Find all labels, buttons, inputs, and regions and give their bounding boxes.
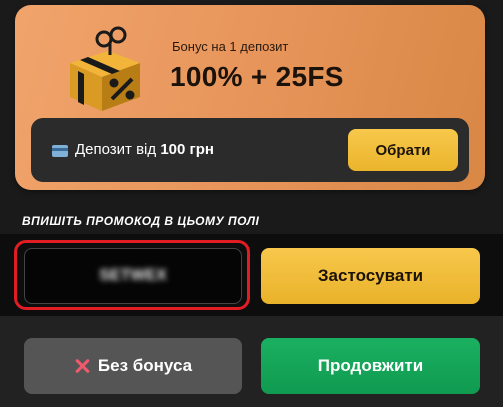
choose-button[interactable]: Обрати [348, 129, 458, 171]
deposit-bar: Депозит від 100 грн Обрати [31, 118, 469, 182]
promo-label: ВПИШІТЬ ПРОМОКОД В ЦЬОМУ ПОЛІ [22, 214, 260, 228]
promo-code-field[interactable] [24, 248, 242, 304]
bonus-subtitle: Бонус на 1 депозит [172, 39, 289, 54]
apply-button[interactable]: Застосувати [261, 248, 480, 304]
credit-card-icon [52, 145, 68, 157]
continue-button[interactable]: Продовжити [261, 338, 480, 394]
deposit-prefix: Депозит від [75, 141, 157, 158]
deposit-info: Депозит від 100 грн [75, 141, 214, 158]
gift-percent-icon [70, 26, 140, 111]
no-bonus-label: Без бонуса [97, 356, 193, 375]
no-bonus-button[interactable]: Без бонуса [24, 338, 242, 394]
close-icon [74, 358, 90, 374]
deposit-amount: 100 грн [160, 141, 214, 158]
bonus-title: 100% + 25FS [170, 61, 344, 92]
promo-code-input[interactable] [25, 249, 241, 303]
